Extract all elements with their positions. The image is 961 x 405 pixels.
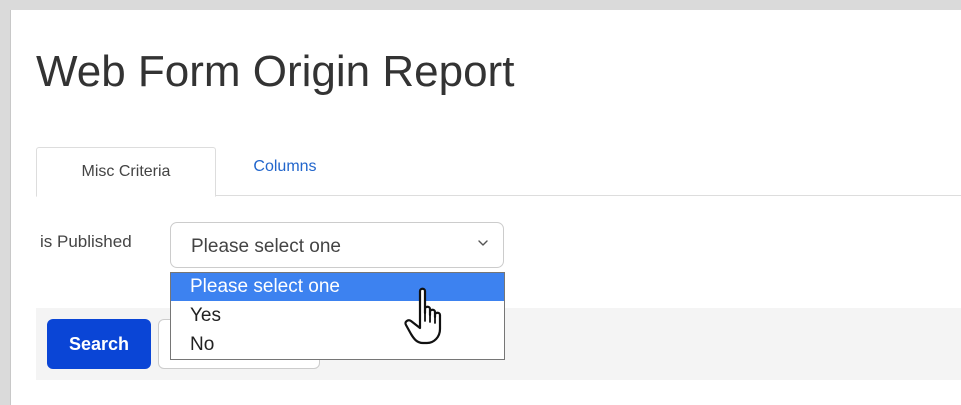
is-published-select[interactable]: Please select one — [170, 222, 504, 268]
tab-misc-criteria-label: Misc Criteria — [81, 163, 171, 180]
window-frame-top — [0, 0, 961, 10]
window-frame-left — [0, 10, 10, 405]
window-frame-divider — [10, 10, 11, 405]
page-title: Web Form Origin Report — [36, 47, 515, 96]
search-button[interactable]: Search — [47, 319, 151, 369]
tab-columns-label: Columns — [253, 158, 317, 175]
search-button-label: Search — [68, 333, 130, 354]
chevron-down-icon — [478, 240, 488, 246]
tab-bar: Misc Criteria Columns — [36, 147, 961, 197]
is-published-select-value: Please select one — [191, 236, 341, 257]
hand-pointer-icon — [404, 287, 442, 345]
tab-columns[interactable]: Columns — [220, 143, 350, 191]
tab-misc-criteria[interactable]: Misc Criteria — [36, 147, 216, 197]
is-published-label: is Published — [40, 232, 132, 251]
